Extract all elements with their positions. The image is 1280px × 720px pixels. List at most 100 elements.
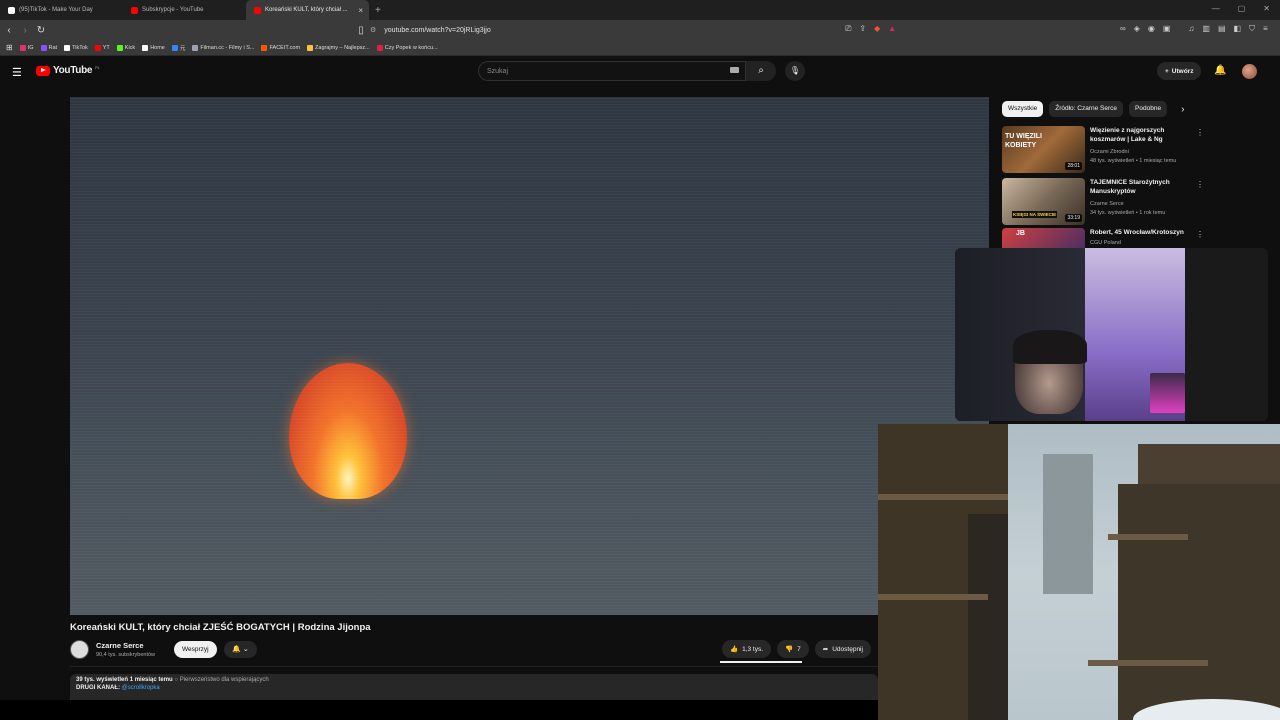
hamburger-menu-icon[interactable]: ☰ xyxy=(12,66,22,79)
priority-icon: ○ xyxy=(174,677,179,683)
video-player[interactable] xyxy=(70,97,989,615)
site-info-icon[interactable]: ⚙ xyxy=(370,26,376,34)
recommendation-channel[interactable]: CGU Poland xyxy=(1090,240,1121,246)
recommendation-item[interactable]: KSIĘGI NA ŚWIECIE 33:19 TAJEMNICE Staroż… xyxy=(1002,178,1204,226)
extension-icon[interactable]: ∞ xyxy=(1120,24,1126,34)
subscriber-count: 90,4 tys. subskrybentów xyxy=(96,652,156,658)
chip-all[interactable]: Wszystkie xyxy=(1002,101,1044,117)
bookmark-label: Rat xyxy=(48,44,58,51)
support-button[interactable]: Wesprzyj xyxy=(174,641,217,658)
bookmark-zagrajmy[interactable]: Zagrajmy – Najlepsz... xyxy=(307,44,370,51)
view-count: 39 tys. wyświetleń xyxy=(76,677,129,683)
install-icon[interactable]: ⎚ xyxy=(845,24,851,34)
translate-icon xyxy=(171,44,178,51)
forward-icon[interactable]: › xyxy=(18,25,32,36)
voice-search-button[interactable]: 🎙 xyxy=(785,61,805,81)
close-tab-icon[interactable]: × xyxy=(358,6,363,15)
browser-tab-active[interactable]: Koreański KULT, który chciał ... × xyxy=(246,0,369,20)
recommendation-title[interactable]: TAJEMNICE Starożytnych Manuskryptów xyxy=(1090,178,1190,196)
video-actions: 👍 1,3 tys. 👎 7 ➦ Udostępnij xyxy=(722,640,871,658)
brave-shield-icon[interactable]: ◆ xyxy=(874,24,880,34)
bookmark-yuan[interactable]: 元 xyxy=(171,44,185,52)
apps-icon[interactable]: ⊞ xyxy=(6,43,13,52)
browser-tab[interactable]: (95)TikTok - Make Your Day xyxy=(0,0,123,20)
share-arrow-icon: ➦ xyxy=(822,646,829,653)
more-options-icon[interactable]: ⋮ xyxy=(1196,128,1204,137)
chevron-down-icon: ⌄ xyxy=(242,646,249,653)
microphone-icon: 🎙 xyxy=(789,66,801,75)
video-thumbnail[interactable]: JB xyxy=(1002,228,1085,248)
chevron-right-icon[interactable]: › xyxy=(1181,104,1184,115)
channel-name[interactable]: Czarne Serce xyxy=(96,641,144,650)
recommendation-title[interactable]: Robert, 45 Wrocław/Krotoszyn xyxy=(1090,228,1190,237)
dislike-button[interactable]: 👎 7 xyxy=(777,640,809,658)
recommendation-channel[interactable]: Czarne Serce xyxy=(1090,201,1124,207)
extension-icon[interactable]: ◉ xyxy=(1148,24,1155,34)
bookmark-ig[interactable]: IG xyxy=(19,44,34,51)
recommendation-channel[interactable]: Oczami Zbrodni xyxy=(1090,149,1129,155)
channel-avatar[interactable] xyxy=(70,640,89,659)
minimize-icon[interactable]: — xyxy=(1212,4,1220,13)
extension-icon[interactable]: ▣ xyxy=(1163,24,1171,34)
bookmark-yt[interactable]: YT xyxy=(94,44,110,51)
like-button[interactable]: 👍 1,3 tys. xyxy=(722,640,772,658)
create-button[interactable]: + Utwórz xyxy=(1157,62,1202,80)
youtube-play-icon xyxy=(36,65,50,76)
bookmark-faceit[interactable]: FACEIT.com xyxy=(261,44,300,51)
divider xyxy=(70,666,878,667)
close-window-icon[interactable]: ✕ xyxy=(1263,4,1270,13)
reload-icon[interactable]: ↻ xyxy=(34,25,48,36)
search-input[interactable]: Szukaj xyxy=(478,61,746,81)
vpn-icon[interactable]: ⛉ xyxy=(1249,24,1255,34)
menu-icon[interactable]: ≡ xyxy=(1263,24,1268,34)
account-avatar[interactable] xyxy=(1242,64,1257,79)
new-tab-button[interactable]: + xyxy=(375,5,381,16)
media-icon[interactable]: ♫ xyxy=(1188,24,1194,34)
maximize-icon[interactable]: ▢ xyxy=(1238,4,1246,13)
bookmark-label: Zagrajmy – Najlepsz... xyxy=(315,44,370,51)
video-thumbnail[interactable]: KSIĘGI NA ŚWIECIE 33:19 xyxy=(1002,178,1085,225)
recommendation-item[interactable]: TU WIĘZILI KOBIETY 28:01 Więzienie z naj… xyxy=(1002,126,1204,174)
video-thumbnail[interactable]: TU WIĘZILI KOBIETY 28:01 xyxy=(1002,126,1085,173)
more-options-icon[interactable]: ⋮ xyxy=(1196,230,1202,239)
plus-icon: + xyxy=(1165,67,1169,75)
thumbs-down-icon: 👎 xyxy=(785,646,794,653)
extension-icon[interactable]: ▤ xyxy=(1218,24,1226,34)
url-field[interactable]: ⚙ youtube.com/watch?v=20jRLig3jjo xyxy=(370,22,910,38)
bookmark-label: IG xyxy=(27,44,34,51)
game-tower xyxy=(968,514,1008,720)
youtube-logo[interactable]: YouTube PL xyxy=(36,65,100,76)
keyboard-icon[interactable] xyxy=(730,67,739,73)
bookmark-tiktok[interactable]: TikTok xyxy=(64,44,88,51)
bookmark-popek[interactable]: Czy Popek w końcu... xyxy=(376,44,438,51)
thumbnail-text: TU WIĘZILI KOBIETY xyxy=(1005,133,1042,149)
description-box[interactable]: 39 tys. wyświetleń 1 miesiąc temu ○ Pier… xyxy=(70,674,878,700)
share-button[interactable]: ➦ Udostępnij xyxy=(814,640,871,658)
extension-icon[interactable]: ◈ xyxy=(1134,24,1140,34)
bookmark-rat[interactable]: Rat xyxy=(40,44,58,51)
chip-source[interactable]: Źródło: Czarne Serce xyxy=(1049,101,1124,117)
more-options-icon[interactable]: ⋮ xyxy=(1196,180,1204,189)
zagrajmy-icon xyxy=(307,44,314,51)
taskbar-strip xyxy=(0,700,878,720)
rewards-icon[interactable]: ▲ xyxy=(888,24,896,34)
recommendation-item[interactable]: JB Robert, 45 Wrocław/Krotoszyn CGU Pola… xyxy=(1002,228,1202,248)
game-platform xyxy=(1108,534,1188,540)
bookmark-kick[interactable]: Kick xyxy=(116,44,135,51)
back-icon[interactable]: ‹ xyxy=(2,25,16,36)
notifications-bell-icon[interactable]: 🔔 xyxy=(1214,65,1226,76)
wallet-icon[interactable]: ◧ xyxy=(1234,24,1242,34)
channel-link[interactable]: @scrollkropka xyxy=(122,685,160,691)
search-button[interactable]: ⌕ xyxy=(746,61,776,81)
recommendation-title[interactable]: Więzienie z najgorszych koszmarów | Lake… xyxy=(1090,126,1190,144)
sidebar-icon[interactable]: ▥ xyxy=(1202,24,1210,34)
bookmark-icon[interactable]: ▯ xyxy=(354,25,368,36)
chip-similar[interactable]: Podobne xyxy=(1129,101,1168,117)
tiktok-icon xyxy=(64,44,71,51)
filter-chips: Wszystkie Źródło: Czarne Serce Podobne › xyxy=(1002,101,1184,117)
bookmark-home[interactable]: Home xyxy=(142,44,165,51)
share-icon[interactable]: ⇪ xyxy=(859,24,866,34)
browser-tab[interactable]: Subskrypcje - YouTube xyxy=(123,0,246,20)
bookmark-filman[interactable]: Filman.cc - Filmy i S... xyxy=(192,44,254,51)
notification-toggle-button[interactable]: 🔔 ⌄ xyxy=(224,641,257,658)
